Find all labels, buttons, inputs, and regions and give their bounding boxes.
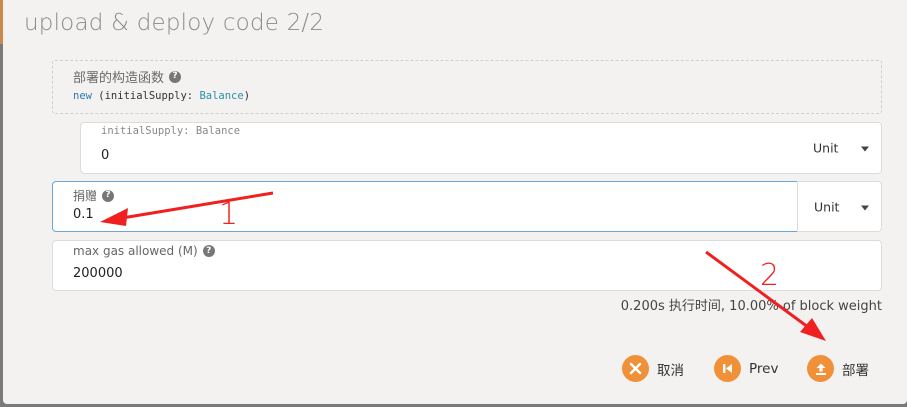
- endowment-field: 捐赠 ? 0.1: [52, 181, 798, 232]
- chevron-down-icon: [861, 205, 869, 210]
- cancel-button-label: 取消: [657, 362, 684, 379]
- modal-title: upload & deploy code 2/2: [24, 10, 325, 36]
- constructor-signature-close: ): [243, 90, 251, 102]
- prev-button[interactable]: Prev: [714, 355, 778, 382]
- prev-button-label: Prev: [749, 360, 779, 377]
- endowment-label-row: 捐赠 ?: [73, 187, 115, 204]
- cancel-button[interactable]: 取消: [622, 355, 684, 382]
- help-icon[interactable]: ?: [169, 70, 182, 83]
- initial-supply-field: initialSupply: Balance 0 Unit: [80, 122, 882, 174]
- max-gas-label-row: max gas allowed (M) ?: [73, 244, 215, 258]
- annotation-step-1: 1: [219, 197, 239, 232]
- close-icon: [622, 355, 649, 382]
- max-gas-input[interactable]: 200000: [73, 266, 123, 281]
- initial-supply-unit-value: Unit: [813, 140, 839, 156]
- constructor-label: 部署的构造函数: [73, 71, 165, 86]
- annotation-step-2: 2: [760, 258, 780, 293]
- endowment-unit-box: Unit: [797, 181, 882, 232]
- help-icon[interactable]: ?: [202, 245, 215, 257]
- initial-supply-input[interactable]: 0: [101, 148, 109, 163]
- initial-supply-unit-select[interactable]: Unit: [797, 123, 883, 173]
- constructor-keyword: new: [73, 90, 92, 102]
- max-gas-label: max gas allowed (M): [73, 244, 198, 258]
- upload-icon: [807, 355, 834, 382]
- endowment-label: 捐赠: [73, 189, 98, 203]
- constructor-section: 部署的构造函数 ? new (initialSupply: Balance): [52, 60, 882, 114]
- constructor-signature-open: (initialSupply:: [91, 90, 200, 102]
- weight-info: 0.200s 执行时间, 10.00% of block weight: [620, 299, 882, 314]
- constructor-signature-type: Balance: [199, 90, 244, 102]
- deploy-button-label: 部署: [842, 362, 869, 379]
- initial-supply-label: initialSupply: Balance: [101, 125, 241, 137]
- endowment-unit-select[interactable]: Unit: [798, 182, 883, 231]
- constructor-signature[interactable]: new (initialSupply: Balance): [73, 90, 250, 102]
- endowment-input[interactable]: 0.1: [73, 207, 94, 222]
- constructor-label-row: 部署的构造函数 ?: [73, 67, 182, 86]
- deploy-modal: upload & deploy code 2/2 部署的构造函数 ? new (…: [3, 0, 907, 404]
- help-icon[interactable]: ?: [102, 189, 115, 202]
- chevron-down-icon: [861, 146, 869, 152]
- max-gas-field: max gas allowed (M) ? 200000: [52, 240, 882, 291]
- deploy-button[interactable]: 部署: [807, 355, 869, 382]
- step-backward-icon: [714, 355, 741, 382]
- endowment-unit-value: Unit: [814, 199, 840, 214]
